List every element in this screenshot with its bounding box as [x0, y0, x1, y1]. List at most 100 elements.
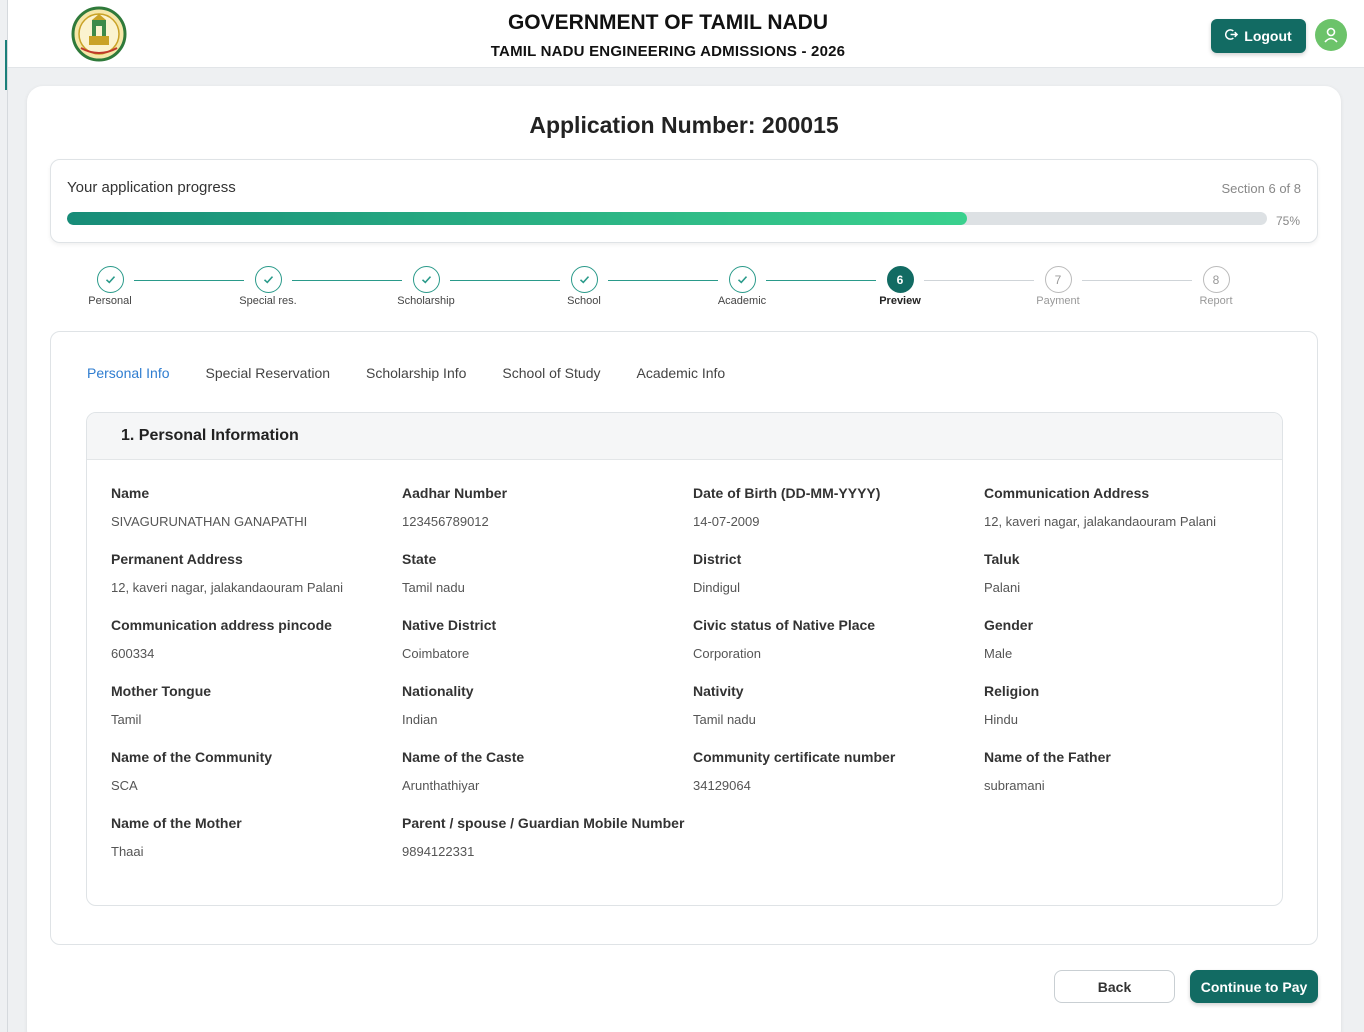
field: Nativity Tamil nadu — [693, 683, 984, 749]
tab-school-of-study[interactable]: School of Study — [502, 365, 600, 381]
progress-bar-fill — [67, 212, 967, 225]
field: District Dindigul — [693, 551, 984, 617]
logout-button[interactable]: Logout — [1211, 19, 1306, 53]
step-label: Personal — [88, 295, 132, 307]
field: State Tamil nadu — [402, 551, 693, 617]
field: Mother Tongue Tamil — [111, 683, 402, 749]
left-window-edge — [0, 0, 8, 1032]
tab-special-reservation[interactable]: Special Reservation — [206, 365, 331, 381]
field-label: Taluk — [984, 551, 1020, 567]
check-icon — [96, 266, 124, 293]
field-value: Indian — [402, 712, 438, 727]
field: Communication address pincode 600334 — [111, 617, 402, 683]
field-value: SIVAGURUNATHAN GANAPATHI — [111, 514, 308, 529]
field-value: 123456789012 — [402, 514, 489, 529]
field-value: Tamil nadu — [693, 712, 756, 727]
step-indicator: Personal Special res. Scholarship School Aca… — [27, 266, 1341, 316]
field-label: State — [402, 551, 437, 567]
field: Name of the Caste Arunthathiyar — [402, 749, 693, 815]
field-value: subramani — [984, 778, 1045, 793]
step-number: 8 — [1202, 266, 1230, 293]
field: Communication Address 12, kaveri nagar, j… — [984, 485, 1275, 551]
continue-to-pay-button[interactable]: Continue to Pay — [1190, 970, 1318, 1003]
step-label: Special res. — [239, 295, 297, 307]
check-icon — [570, 266, 598, 293]
field-label: Name of the Community — [111, 749, 273, 765]
field-label: Parent / spouse / Guardian Mobile Number — [402, 815, 685, 831]
field-label: Community certificate number — [693, 749, 896, 765]
field-value: SCA — [111, 778, 138, 793]
field-label: District — [693, 551, 742, 567]
step-label: Preview — [879, 295, 921, 307]
field-row: Name of the Community SCA Name of the Cast… — [111, 749, 1281, 815]
check-icon — [412, 266, 440, 293]
field-value: 34129064 — [693, 778, 751, 793]
check-icon — [728, 266, 756, 293]
left-edge-accent — [5, 40, 7, 90]
step-label: Scholarship — [397, 295, 455, 307]
field-label: Name of the Caste — [402, 749, 525, 765]
field-label: Communication address pincode — [111, 617, 332, 633]
user-avatar[interactable] — [1315, 19, 1347, 51]
step-academic[interactable]: Academic — [702, 266, 782, 307]
user-icon — [1324, 27, 1338, 43]
field-label: Religion — [984, 683, 1040, 699]
progress-card: Your application progress Section 6 of 8… — [50, 159, 1318, 243]
application-number: Application Number: 200015 — [529, 112, 839, 138]
field: Name of the Mother Thaai — [111, 815, 402, 881]
field-value: Corporation — [693, 646, 761, 661]
field-row: Name SIVAGURUNATHAN GANAPATHI Aadhar Numbe… — [111, 485, 1281, 551]
step-label: Payment — [1036, 295, 1080, 307]
field-row: Permanent Address 12, kaveri nagar, jalak… — [111, 551, 1281, 617]
back-button[interactable]: Back — [1054, 970, 1175, 1003]
step-preview[interactable]: 6 Preview — [860, 266, 940, 307]
field: Native District Coimbatore — [402, 617, 693, 683]
field: Parent / spouse / Guardian Mobile Number… — [402, 815, 693, 881]
step-school[interactable]: School — [544, 266, 624, 307]
field: Nationality Indian — [402, 683, 693, 749]
field: Date of Birth (DD-MM-YYYY) 14-07-2009 — [693, 485, 984, 551]
step-special-res[interactable]: Special res. — [228, 266, 308, 307]
field-label: Gender — [984, 617, 1034, 633]
field-label: Name — [111, 485, 150, 501]
field: Name of the Community SCA — [111, 749, 402, 815]
field-value: Hindu — [984, 712, 1018, 727]
step-report[interactable]: 8 Report — [1176, 266, 1256, 307]
field-value: Male — [984, 646, 1013, 661]
field-label: Nativity — [693, 683, 744, 699]
personal-information-section: 1. Personal Information Name SIVAGURUNATH… — [86, 412, 1283, 906]
field-label: Nationality — [402, 683, 474, 699]
field-value: 9894122331 — [402, 844, 475, 859]
field: Religion Hindu — [984, 683, 1275, 749]
logout-label: Logout — [1244, 28, 1292, 44]
tab-scholarship-info[interactable]: Scholarship Info — [366, 365, 466, 381]
field-value: Palani — [984, 580, 1021, 595]
progress-section-text: Section 6 of 8 — [1221, 181, 1302, 196]
field: Name of the Father subramani — [984, 749, 1275, 815]
field-label: Mother Tongue — [111, 683, 212, 699]
field-label: Aadhar Number — [402, 485, 508, 501]
logout-icon — [1225, 28, 1239, 44]
header-title: GOVERNMENT OF TAMIL NADU — [507, 11, 829, 34]
progress-label: Your application progress — [67, 179, 236, 196]
preview-tabs: Personal Info Special Reservation Scholars… — [87, 365, 725, 381]
step-payment[interactable]: 7 Payment — [1018, 266, 1098, 307]
step-scholarship[interactable]: Scholarship — [386, 266, 466, 307]
field: Taluk Palani — [984, 551, 1275, 617]
field: Permanent Address 12, kaveri nagar, jalak… — [111, 551, 402, 617]
field-label: Date of Birth (DD-MM-YYYY) — [693, 485, 881, 501]
section-title: 1. Personal Information — [87, 413, 1282, 460]
step-label: School — [567, 295, 601, 307]
tab-personal-info[interactable]: Personal Info — [87, 365, 170, 381]
field-value: 600334 — [111, 646, 155, 661]
personal-info-grid: Name SIVAGURUNATHAN GANAPATHI Aadhar Numbe… — [111, 485, 1281, 881]
field-value: 12, kaveri nagar, jalakandaouram Palani — [111, 580, 343, 595]
field-value: Coimbatore — [402, 646, 470, 661]
tab-academic-info[interactable]: Academic Info — [636, 365, 725, 381]
field-value: Tamil — [111, 712, 142, 727]
field-value: Tamil nadu — [402, 580, 465, 595]
step-personal[interactable]: Personal — [70, 266, 150, 307]
field-value: Thaai — [111, 844, 144, 859]
field-row: Name of the Mother Thaai Parent / spouse /… — [111, 815, 1281, 881]
field-label: Civic status of Native Place — [693, 617, 876, 633]
